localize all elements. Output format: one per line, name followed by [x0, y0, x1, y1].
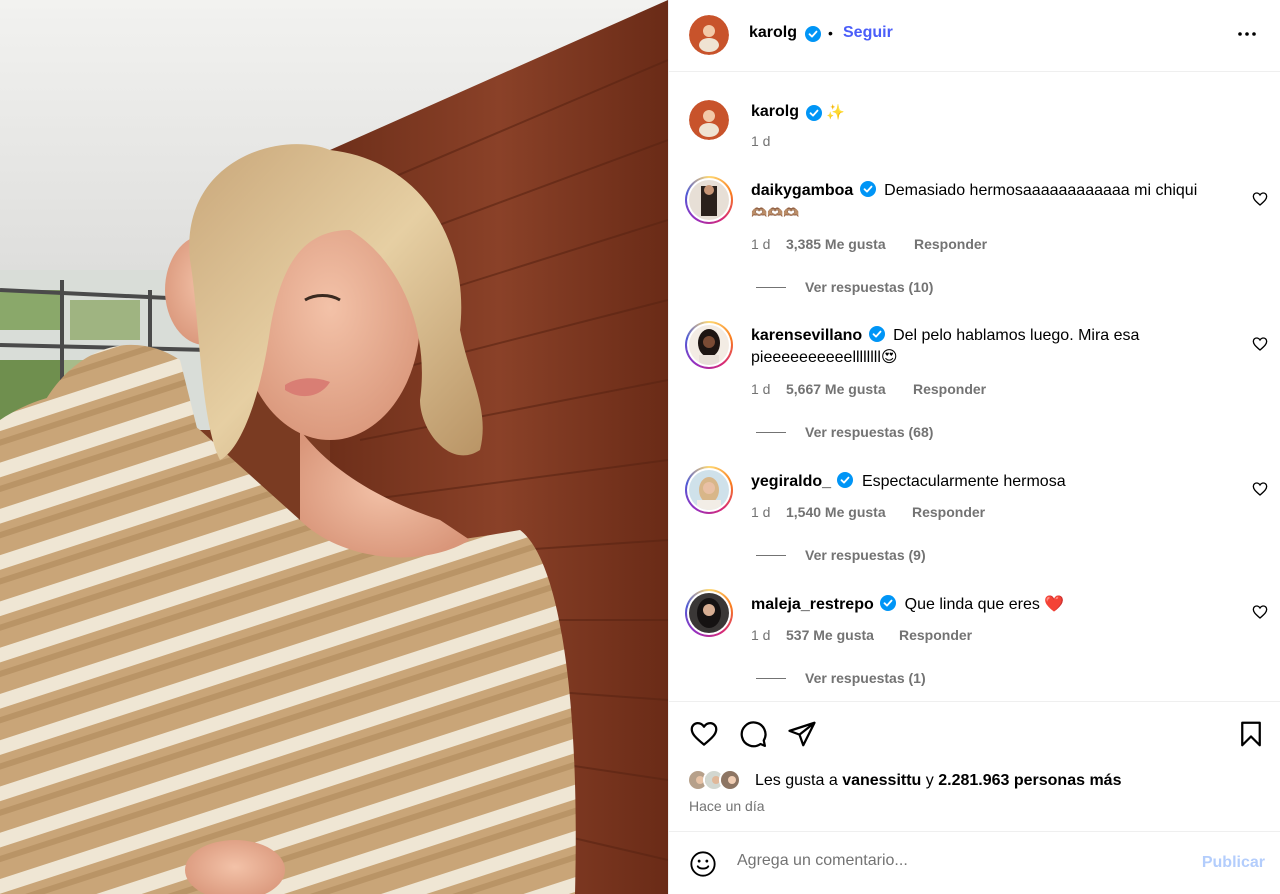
bookmark-icon[interactable]: [1236, 719, 1266, 749]
post-photo[interactable]: [0, 0, 668, 894]
comment-avatar[interactable]: [685, 176, 733, 224]
comment-text-cont: pieeeeeeeeeellllllll😍: [751, 349, 898, 366]
comment-avatar[interactable]: [685, 466, 733, 514]
comment-text: Espectacularmente hermosa: [861, 473, 1066, 490]
verified-icon: [806, 105, 822, 121]
comment-text-block: karensevillano Del pelo hablamos luego. …: [751, 325, 1231, 369]
view-replies-button[interactable]: Ver respuestas (9): [805, 547, 926, 563]
comment-likes[interactable]: 1,540 Me gusta: [786, 504, 886, 520]
likes-count[interactable]: 2.281.963 personas más: [938, 772, 1121, 789]
comment-likes[interactable]: 3,385 Me gusta: [786, 236, 886, 252]
comment-likes[interactable]: 537 Me gusta: [786, 627, 874, 643]
comment-time: 1 d: [751, 504, 771, 520]
verified-icon: [859, 181, 876, 197]
post-header: karolg • Seguir: [669, 0, 1280, 72]
comment-text: Que linda que eres ❤️: [904, 596, 1065, 613]
comment-username[interactable]: daikygamboa: [751, 182, 853, 199]
likes-summary: Les gusta a vanessittu y 2.281.963 perso…: [755, 772, 1121, 790]
author-avatar[interactable]: [689, 15, 729, 55]
view-replies-button[interactable]: Ver respuestas (1): [805, 670, 926, 686]
share-icon[interactable]: [787, 719, 817, 749]
comment-like-icon[interactable]: [1252, 336, 1268, 352]
comment-avatar[interactable]: [685, 321, 733, 369]
comment-username[interactable]: karensevillano: [751, 327, 862, 344]
follow-button[interactable]: Seguir: [843, 24, 893, 42]
comment-text-block: yegiraldo_ Espectacularmente hermosa: [751, 471, 1231, 493]
likes-prefix: Les gusta a: [755, 772, 838, 789]
comment-text-block: maleja_restrepo Que linda que eres ❤️: [751, 594, 1231, 616]
comment-icon[interactable]: [738, 719, 768, 749]
publish-button[interactable]: Publicar: [1202, 854, 1265, 872]
view-replies-button[interactable]: Ver respuestas (68): [805, 424, 933, 440]
comment-time: 1 d: [751, 627, 771, 643]
replies-divider: [756, 287, 786, 288]
comment-like-icon[interactable]: [1252, 191, 1268, 207]
verified-icon: [868, 326, 885, 342]
verified-icon: [880, 595, 897, 611]
view-replies-button[interactable]: Ver respuestas (10): [805, 279, 933, 295]
comment-text: Del pelo hablamos luego. Mira esa: [893, 327, 1140, 344]
comment-username[interactable]: yegiraldo_: [751, 473, 831, 490]
emoji-icon[interactable]: [689, 850, 717, 878]
comment-time: 1 d: [751, 236, 771, 252]
liker-avatar[interactable]: [719, 769, 741, 791]
comment-input[interactable]: [737, 852, 1177, 870]
post-panel: karolg • Seguir karolg ✨ 1 d daikygamboa…: [668, 0, 1280, 894]
replies-divider: [756, 432, 786, 433]
post-actions: Les gusta a vanessittu y 2.281.963 perso…: [669, 701, 1280, 831]
post-time: Hace un día: [689, 798, 765, 814]
reply-button[interactable]: Responder: [912, 504, 985, 520]
reply-button[interactable]: Responder: [913, 381, 986, 397]
comment-text: Demasiado hermosaaaaaaaaaaaa mi chiqui: [884, 182, 1198, 199]
comment-text-block: daikygamboa Demasiado hermosaaaaaaaaaaaa…: [751, 180, 1231, 224]
replies-divider: [756, 555, 786, 556]
caption-time: 1 d: [751, 133, 771, 149]
caption-text: ✨: [826, 104, 845, 121]
comment-avatar[interactable]: [685, 589, 733, 637]
caption-avatar[interactable]: [689, 100, 729, 140]
comment-like-icon[interactable]: [1252, 481, 1268, 497]
post-image: [0, 0, 668, 894]
replies-divider: [756, 678, 786, 679]
comment-likes[interactable]: 5,667 Me gusta: [786, 381, 886, 397]
reply-button[interactable]: Responder: [899, 627, 972, 643]
comment-bar: Publicar: [669, 831, 1280, 894]
verified-icon: [805, 26, 821, 42]
more-icon[interactable]: [1235, 22, 1259, 46]
comment-like-icon[interactable]: [1252, 604, 1268, 620]
heart-icon[interactable]: [689, 719, 719, 749]
comment-time: 1 d: [751, 381, 771, 397]
comment-text-cont: 🫶🏽🫶🏽🫶🏽: [751, 205, 800, 220]
verified-icon: [837, 472, 854, 488]
caption-username[interactable]: karolg: [751, 103, 799, 121]
separator-dot: •: [828, 25, 833, 41]
reply-button[interactable]: Responder: [914, 236, 987, 252]
author-username[interactable]: karolg: [749, 24, 797, 42]
comment-username[interactable]: maleja_restrepo: [751, 596, 874, 613]
likes-user[interactable]: vanessittu: [842, 772, 921, 789]
likes-connector: y: [925, 772, 934, 789]
